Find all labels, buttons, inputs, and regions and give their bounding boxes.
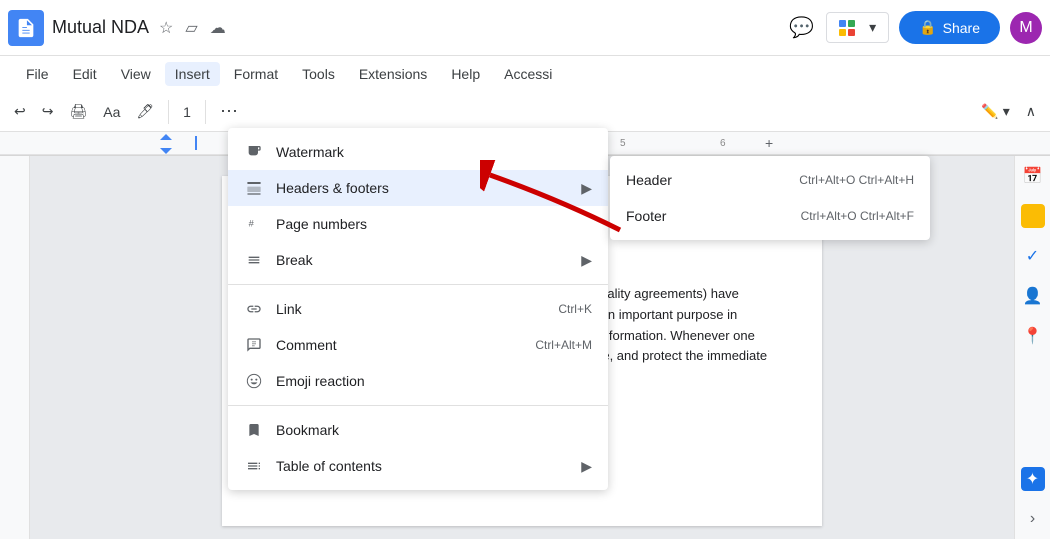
avatar-letter: M <box>1019 19 1032 37</box>
header-shortcut: Ctrl+Alt+O Ctrl+Alt+H <box>799 173 914 187</box>
share-button[interactable]: 🔒 Share <box>899 11 1000 44</box>
sidebar-notes-icon[interactable] <box>1021 204 1045 228</box>
menu-accessibility[interactable]: Accessi <box>494 62 562 86</box>
undo-button[interactable]: ↩ <box>8 99 32 124</box>
doc-title-area: Mutual NDA ☆ ▱ ☁ <box>52 16 779 40</box>
sidebar-assistant-icon[interactable]: ✦ <box>1021 467 1045 491</box>
link-shortcut: Ctrl+K <box>558 302 592 316</box>
right-sidebar: 📅 ✓ 👤 📍 ✦ › <box>1014 156 1050 539</box>
insert-menu-dropdown: Watermark Headers & footers ▶ # Page num… <box>228 128 608 490</box>
bookmark-label: Bookmark <box>276 422 592 438</box>
insert-menu-headers-footers[interactable]: Headers & footers ▶ <box>228 170 608 206</box>
insert-menu-link[interactable]: Link Ctrl+K <box>228 291 608 327</box>
meet-icon <box>839 20 863 36</box>
svg-text:+: + <box>765 135 773 151</box>
menu-file[interactable]: File <box>16 62 59 86</box>
footer-shortcut: Ctrl+Alt+O Ctrl+Alt+F <box>801 209 914 223</box>
print-button[interactable]: 🖨 <box>63 99 93 124</box>
bookmark-icon <box>244 420 264 440</box>
menu-separator-2 <box>228 405 608 406</box>
menu-tools[interactable]: Tools <box>292 62 345 86</box>
menu-view[interactable]: View <box>111 62 161 86</box>
comment-icon <box>244 335 264 355</box>
share-label: Share <box>943 20 980 36</box>
toc-label: Table of contents <box>276 458 573 474</box>
break-icon <box>244 250 264 270</box>
avatar[interactable]: M <box>1010 12 1042 44</box>
headers-footers-label: Headers & footers <box>276 180 573 196</box>
doc-title: Mutual NDA <box>52 17 149 38</box>
top-right-area: 💬 ▾ 🔒 Share M <box>787 11 1042 44</box>
footer-label: Footer <box>626 208 801 224</box>
lock-icon: 🔒 <box>919 19 936 36</box>
collapse-toolbar-button[interactable]: ∧ <box>1020 99 1042 124</box>
insert-menu-page-numbers[interactable]: # Page numbers <box>228 206 608 242</box>
submenu-footer[interactable]: Footer Ctrl+Alt+O Ctrl+Alt+F <box>610 198 930 234</box>
redo-button[interactable]: ↪ <box>36 99 60 124</box>
svg-text:#: # <box>249 219 255 229</box>
menu-bar: File Edit View Insert Format Tools Exten… <box>0 56 1050 92</box>
svg-text:5: 5 <box>620 138 626 149</box>
sidebar-contacts-icon[interactable]: 👤 <box>1021 284 1045 308</box>
menu-format[interactable]: Format <box>224 62 288 86</box>
insert-menu-watermark[interactable]: Watermark <box>228 134 608 170</box>
watermark-label: Watermark <box>276 144 592 160</box>
move-to-drive-button[interactable]: ▱ <box>183 16 199 40</box>
spell-check-button[interactable]: Aa <box>97 100 126 124</box>
insert-menu-bookmark[interactable]: Bookmark <box>228 412 608 448</box>
meet-dropdown-arrow: ▾ <box>869 19 876 36</box>
toc-icon <box>244 456 264 476</box>
comment-label: Comment <box>276 337 535 353</box>
toolbar-divider-1 <box>168 100 169 124</box>
sidebar-expand-icon[interactable]: › <box>1021 507 1045 531</box>
more-toolbar-button[interactable]: ⋯ <box>214 97 244 126</box>
menu-help[interactable]: Help <box>441 62 490 86</box>
meet-squares <box>839 20 855 36</box>
break-label: Break <box>276 252 573 268</box>
page-numbers-icon: # <box>244 214 264 234</box>
sidebar-tasks-icon[interactable]: ✓ <box>1021 244 1045 268</box>
menu-separator-1 <box>228 284 608 285</box>
emoji-icon <box>244 371 264 391</box>
cloud-save-button[interactable]: ☁ <box>208 16 228 40</box>
page-numbers-label: Page numbers <box>276 216 592 232</box>
submenu-header[interactable]: Header Ctrl+Alt+O Ctrl+Alt+H <box>610 162 930 198</box>
toolbar: ↩ ↪ 🖨 Aa 🖊 1 ⋯ ✏️ ▾ ∧ <box>0 92 1050 132</box>
meet-sq-4 <box>848 29 855 36</box>
zoom-level: 1 <box>177 104 197 120</box>
link-icon <box>244 299 264 319</box>
sidebar-maps-icon[interactable]: 📍 <box>1021 324 1045 348</box>
toc-arrow: ▶ <box>581 458 592 475</box>
menu-edit[interactable]: Edit <box>63 62 107 86</box>
headers-footers-arrow: ▶ <box>581 180 592 197</box>
meet-button[interactable]: ▾ <box>826 12 889 43</box>
toolbar-divider-2 <box>205 100 206 124</box>
paint-format-button[interactable]: 🖊 <box>130 99 160 124</box>
menu-insert[interactable]: Insert <box>165 62 220 86</box>
menu-extensions[interactable]: Extensions <box>349 62 437 86</box>
headers-submenu: Header Ctrl+Alt+O Ctrl+Alt+H Footer Ctrl… <box>610 156 930 240</box>
comments-button[interactable]: 💬 <box>787 13 816 42</box>
meet-sq-2 <box>848 20 855 27</box>
meet-sq-1 <box>839 20 846 27</box>
svg-text:6: 6 <box>720 138 726 149</box>
insert-menu-emoji[interactable]: Emoji reaction <box>228 363 608 399</box>
editing-mode-button[interactable]: ✏️ ▾ <box>975 99 1015 124</box>
sidebar-calendar-icon[interactable]: 📅 <box>1021 164 1045 188</box>
comment-shortcut: Ctrl+Alt+M <box>535 338 592 352</box>
app-icon <box>8 10 44 46</box>
headers-footers-icon <box>244 178 264 198</box>
header-label: Header <box>626 172 799 188</box>
break-arrow: ▶ <box>581 252 592 269</box>
insert-menu-toc[interactable]: Table of contents ▶ <box>228 448 608 484</box>
watermark-icon <box>244 142 264 162</box>
insert-menu-comment[interactable]: Comment Ctrl+Alt+M <box>228 327 608 363</box>
star-button[interactable]: ☆ <box>157 16 175 40</box>
meet-sq-3 <box>839 29 846 36</box>
emoji-label: Emoji reaction <box>276 373 592 389</box>
insert-menu-break[interactable]: Break ▶ <box>228 242 608 278</box>
left-panel <box>0 156 30 539</box>
link-label: Link <box>276 301 558 317</box>
